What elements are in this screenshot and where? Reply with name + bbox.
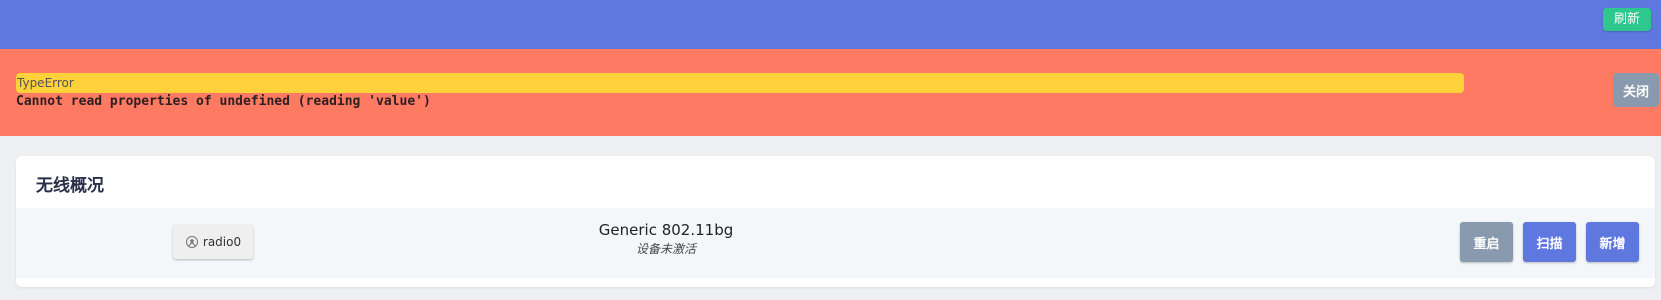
restart-button[interactable]: 重启 xyxy=(1460,222,1513,262)
wifi-signal-icon xyxy=(185,235,199,249)
refresh-button[interactable]: 刷新 xyxy=(1602,8,1651,31)
card-title: 无线概况 xyxy=(36,176,104,196)
error-title: TypeError xyxy=(16,73,1464,93)
scan-button[interactable]: 扫描 xyxy=(1523,222,1576,262)
wireless-overview-card: 无线概况 radio0 Generic 802.11bg 设备未激活 重启 扫描… xyxy=(16,156,1655,287)
error-banner: TypeError Cannot read properties of unde… xyxy=(0,49,1661,136)
close-button[interactable]: 关闭 xyxy=(1613,73,1659,107)
radio-model: Generic 802.11bg xyxy=(598,221,734,239)
radio-row: radio0 Generic 802.11bg 设备未激活 重启 扫描 新增 xyxy=(16,208,1655,278)
radio-info: Generic 802.11bg 设备未激活 xyxy=(516,220,816,258)
header-bar: 刷新 xyxy=(0,0,1661,49)
radio-status: 设备未激活 xyxy=(635,242,696,256)
radio-name: radio0 xyxy=(202,235,242,249)
radio-actions: 重启 扫描 新增 xyxy=(1460,222,1639,262)
add-button[interactable]: 新增 xyxy=(1586,222,1639,262)
radio-badge: radio0 xyxy=(173,225,253,259)
error-message: Cannot read properties of undefined (rea… xyxy=(16,94,431,109)
